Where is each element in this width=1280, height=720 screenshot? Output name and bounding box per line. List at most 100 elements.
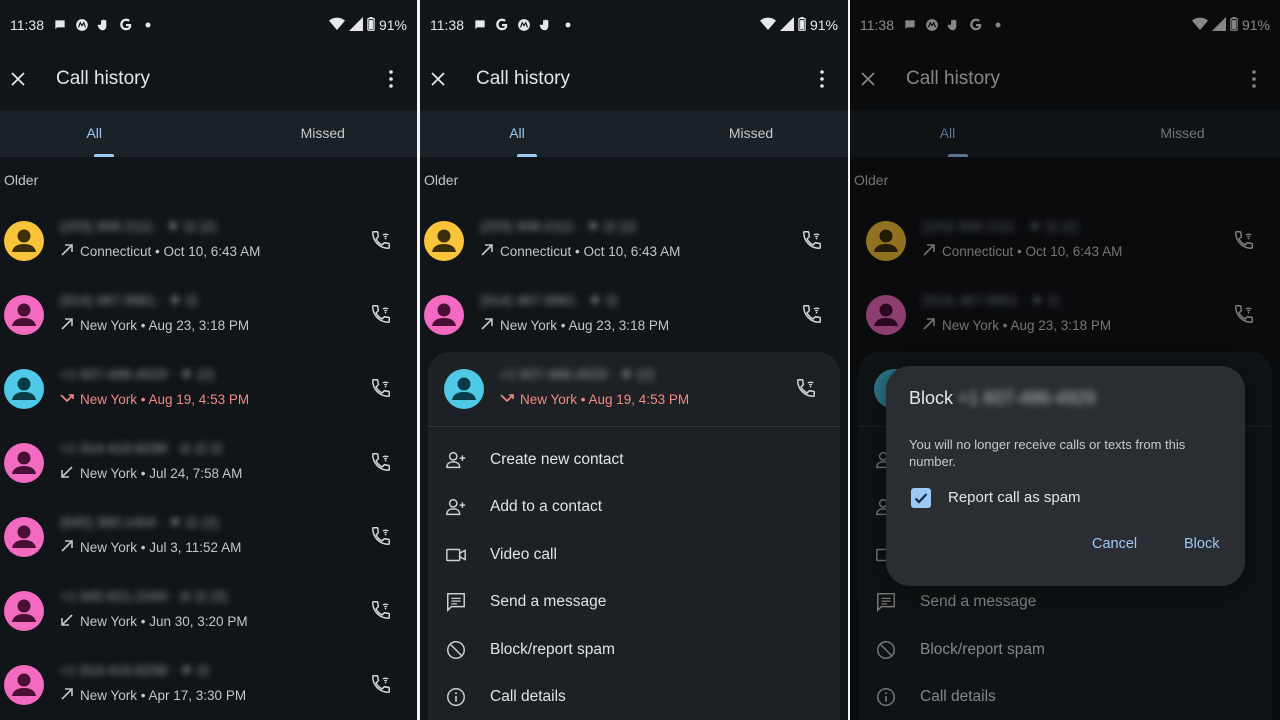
block-report-spam-action[interactable]: Block/report spam [858, 626, 1272, 674]
google-notification-icon [494, 17, 510, 33]
call-number: (914) 467-9961 · ▼ ⊡ [922, 292, 1060, 308]
call-row[interactable]: (914) 467-9961 · ▼ ⊡ New York • Aug 23, … [420, 278, 848, 352]
call-row[interactable]: (203) 908-2111 · ▼ ⊡ (2) Connecticut • O… [0, 204, 417, 278]
motorola-notification-icon [924, 17, 940, 33]
blocked-number: +1 607-486-4929 [958, 388, 1096, 408]
info-icon [874, 685, 898, 709]
dialog-title: Block +1 607-486-4929 [909, 388, 1096, 408]
signal-icon [779, 16, 794, 34]
more-notifications-dot-icon [140, 17, 156, 33]
wifi-call-icon[interactable] [798, 226, 826, 254]
block-button[interactable]: Block [1184, 536, 1219, 552]
expanded-call-row[interactable]: +1 607-486-4929 · ▼ (2) New York • Aug 1… [428, 352, 840, 426]
tab-bar: All Missed [420, 110, 848, 157]
add-to-contact-action[interactable]: Add to a contact [428, 483, 840, 531]
report-spam-label[interactable]: Report call as spam [948, 489, 1081, 506]
wifi-call-icon[interactable] [367, 374, 395, 402]
call-row[interactable]: +1 914-419-8298 · ⊘ ⊡ ⊡ New York • Jul 2… [0, 426, 417, 500]
message-icon [874, 590, 898, 614]
tab-all[interactable]: All [0, 110, 209, 157]
call-details-action[interactable]: Call details [428, 673, 840, 720]
action-label: Block/report spam [490, 641, 615, 658]
wifi-call-icon[interactable] [1230, 300, 1258, 328]
call-number: (203) 908-2111 · ▼ ⊡ (2) [60, 218, 217, 234]
app-bar: Call history [0, 50, 417, 108]
wifi-call-icon[interactable] [367, 448, 395, 476]
close-icon[interactable] [6, 67, 30, 91]
close-icon[interactable] [856, 67, 880, 91]
battery-percentage: 91% [1241, 17, 1270, 33]
google-notification-icon [968, 17, 984, 33]
wifi-call-icon[interactable] [367, 596, 395, 624]
dialog-message: You will no longer receive calls or text… [909, 437, 1186, 469]
tab-all[interactable]: All [850, 110, 1065, 157]
action-label: Add to a contact [490, 498, 603, 515]
send-message-action[interactable]: Send a message [428, 578, 840, 626]
more-options-icon[interactable] [379, 67, 403, 91]
block-number-dialog: Block +1 607-486-4929 You will no longer… [886, 366, 1245, 586]
tab-missed[interactable]: Missed [634, 110, 848, 157]
call-detail: New York • Jun 30, 3:20 PM [60, 613, 248, 630]
more-notifications-dot-icon [560, 17, 576, 33]
call-row[interactable]: +1 607-486-4929 · ▼ (2) New York • Aug 1… [0, 352, 417, 426]
action-label: Block/report spam [920, 641, 1045, 658]
tab-missed[interactable]: Missed [1065, 110, 1280, 157]
wifi-call-icon[interactable] [367, 522, 395, 550]
avatar [424, 221, 464, 261]
call-number: (203) 908-2111 · ▼ ⊡ (2) [922, 218, 1079, 234]
video-call-icon [444, 543, 468, 567]
report-spam-checkbox[interactable] [911, 488, 931, 508]
message-notification-icon [902, 17, 918, 33]
message-icon [444, 590, 468, 614]
outgoing-call-icon [480, 243, 494, 260]
page-title: Call history [906, 68, 1000, 89]
wifi-call-icon[interactable] [798, 300, 826, 328]
call-number: (914) 467-9961 · ▼ ⊡ [480, 292, 618, 308]
action-label: Call details [920, 688, 996, 705]
tab-bar: All Missed [0, 110, 417, 157]
create-new-contact-action[interactable]: Create new contact [428, 436, 840, 484]
wifi-call-icon[interactable] [367, 670, 395, 698]
call-detail: Connecticut • Oct 10, 6:43 AM [922, 243, 1122, 260]
call-row[interactable]: (845) 360-1404 · ▼ ⊡ (2) New York • Jul … [0, 500, 417, 574]
missed-call-icon [60, 391, 74, 408]
battery-icon [798, 16, 806, 34]
avatar [4, 665, 44, 705]
block-report-spam-action[interactable]: Block/report spam [428, 626, 840, 674]
phone-screen-call-history: 11:38 91% Call history All Missed Older … [0, 0, 417, 720]
call-detail: New York • Aug 19, 4:53 PM [500, 391, 689, 408]
wifi-call-icon[interactable] [367, 300, 395, 328]
call-row[interactable]: +1 845-821-2349 · ⊘ ⊡ (5) New York • Jun… [0, 574, 417, 648]
wifi-call-icon[interactable] [792, 374, 820, 402]
hand-notification-icon [538, 17, 554, 33]
wifi-icon [759, 17, 776, 34]
tab-all[interactable]: All [420, 110, 634, 157]
call-detail: Connecticut • Oct 10, 6:43 AM [60, 243, 260, 260]
avatar [4, 517, 44, 557]
call-detail: New York • Aug 19, 4:53 PM [60, 391, 249, 408]
call-number: (845) 360-1404 · ▼ ⊡ (2) [60, 514, 219, 530]
status-bar: 11:38 91% [420, 0, 848, 50]
more-options-icon[interactable] [810, 67, 834, 91]
call-number: +1 845-821-2349 · ⊘ ⊡ (5) [60, 588, 228, 604]
call-row[interactable]: (914) 467-9961 · ▼ ⊡ New York • Aug 23, … [850, 278, 1280, 352]
close-icon[interactable] [426, 67, 450, 91]
outgoing-call-icon [60, 243, 74, 260]
avatar [866, 295, 906, 335]
more-options-icon[interactable] [1242, 67, 1266, 91]
call-row[interactable]: (203) 908-2111 · ▼ ⊡ (2) Connecticut • O… [420, 204, 848, 278]
battery-percentage: 91% [809, 17, 838, 33]
tab-missed[interactable]: Missed [209, 110, 418, 157]
call-row[interactable]: +1 914-419-8298 · ▼ ⊡ New York • Apr 17,… [0, 648, 417, 720]
video-call-action[interactable]: Video call [428, 531, 840, 579]
outgoing-call-icon [60, 539, 74, 556]
call-row[interactable]: (203) 908-2111 · ▼ ⊡ (2) Connecticut • O… [850, 204, 1280, 278]
call-details-action[interactable]: Call details [858, 673, 1272, 720]
call-row[interactable]: (914) 467-9961 · ▼ ⊡ New York • Aug 23, … [0, 278, 417, 352]
google-notification-icon [118, 17, 134, 33]
more-notifications-dot-icon [990, 17, 1006, 33]
call-detail: New York • Jul 24, 7:58 AM [60, 465, 242, 482]
wifi-call-icon[interactable] [367, 226, 395, 254]
cancel-button[interactable]: Cancel [1092, 536, 1137, 552]
wifi-call-icon[interactable] [1230, 226, 1258, 254]
